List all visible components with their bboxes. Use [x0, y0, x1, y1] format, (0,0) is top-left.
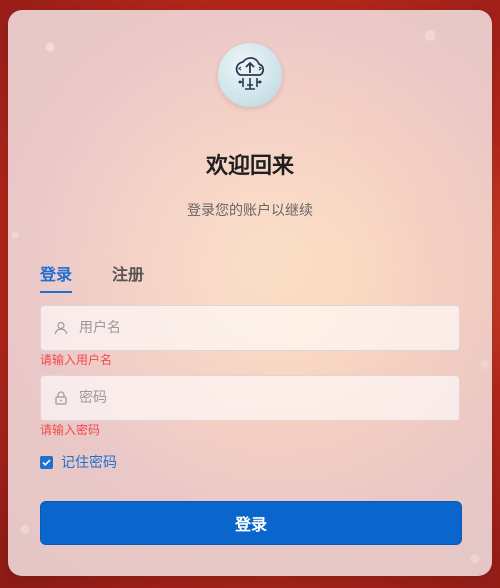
user-icon [53, 320, 69, 336]
page-subtitle: 登录您的账户以继续 [187, 203, 313, 219]
username-field [40, 305, 460, 351]
username-error: 请输入用户名 [40, 353, 113, 367]
lock-icon [53, 390, 69, 406]
auth-tabs: 登录 注册 [40, 261, 460, 293]
password-field [40, 375, 460, 421]
tab-register[interactable]: 注册 [112, 261, 144, 291]
username-input[interactable] [77, 319, 459, 337]
password-error: 请输入密码 [40, 423, 101, 437]
page-title: 欢迎回来 [205, 154, 294, 179]
password-input[interactable] [77, 389, 459, 407]
checkbox-checked-icon [40, 455, 53, 469]
tab-login[interactable]: 登录 [40, 261, 73, 293]
remember-password-checkbox[interactable]: 记住密码 [40, 452, 117, 472]
login-button[interactable]: 登录 [40, 501, 462, 545]
login-card: 欢迎回来 登录您的账户以继续 登录 注册 请输入用户名 请输入密码 [8, 10, 492, 576]
cloud-logo-icon [218, 43, 282, 107]
remember-password-label: 记住密码 [61, 455, 117, 471]
